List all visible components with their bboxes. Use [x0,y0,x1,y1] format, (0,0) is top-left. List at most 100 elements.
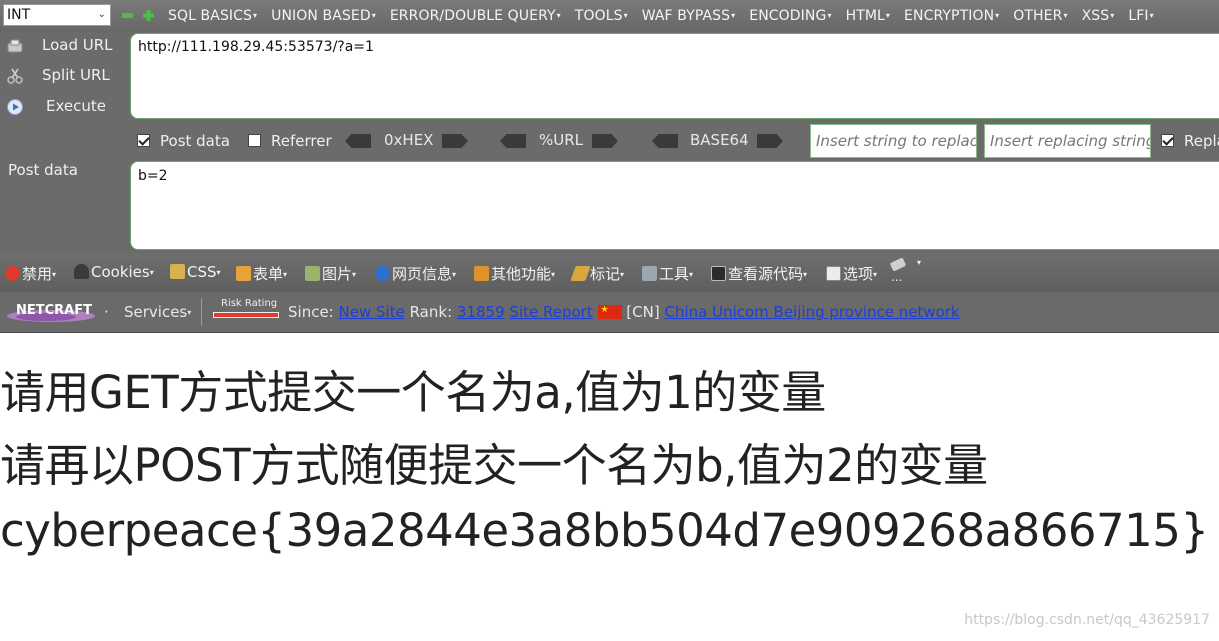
options-icon [826,266,841,281]
misc-icon [474,266,489,281]
netcraft-toolbar: NETCRAFT · Services▾ Risk Rating Since: … [0,292,1219,333]
post-data-checkbox[interactable] [137,134,150,147]
menu-html[interactable]: HTML▾ [846,0,890,32]
url-textarea[interactable]: http://111.198.29.45:53573/?a=1 [130,33,1219,119]
menu-error-double-query[interactable]: ERROR/DOUBLE QUERY▾ [390,0,561,32]
base64-encode-arrow-icon[interactable] [757,134,783,148]
risk-rating-bar [213,312,279,318]
wd-cookies-menu[interactable]: Cookies▾ [74,263,154,281]
view-source-icon [711,266,726,281]
page-text-line-1: 请用GET方式提交一个名为a,值为1的变量 [0,366,826,419]
type-select-value: INT [7,7,31,23]
hackbar-menu-bar: INT ⌄ SQL BASICS▾ UNION BASED▾ ERROR/DOU… [0,0,1219,32]
execute-button[interactable]: Execute [0,93,128,121]
wd-page-info-menu[interactable]: 网页信息▾ [375,263,456,284]
menu-waf-bypass[interactable]: WAF BYPASS▾ [642,0,736,32]
watermark: https://blog.csdn.net/qq_43625917 [964,612,1210,628]
referrer-checkbox[interactable] [248,134,261,147]
country-code: [CN] [626,303,660,321]
netcraft-services-label: Services [124,303,188,321]
base64-decode-arrow-icon[interactable] [652,134,678,148]
referrer-option-label: Referrer [271,132,332,150]
netcraft-info-line: Since: New Site Rank: 31859 Site Report … [288,303,960,321]
risk-rating-label: Risk Rating [221,298,278,309]
menu-other[interactable]: OTHER▾ [1013,0,1067,32]
wd-overflow-label: ... [891,270,903,284]
menu-encryption[interactable]: ENCRYPTION▾ [904,0,999,32]
disable-icon [5,266,20,281]
wd-options-menu[interactable]: 选项▾ [826,263,877,284]
replace-with-placeholder: Insert replacing string [990,132,1151,150]
hex-decode-arrow-icon[interactable] [345,134,371,148]
menu-union-based[interactable]: UNION BASED▾ [271,0,376,32]
menu-lfi[interactable]: LFI▾ [1128,0,1153,32]
menu-encoding[interactable]: ENCODING▾ [749,0,831,32]
replace-find-placeholder: Insert string to replace [816,132,977,150]
hackbar-menu: SQL BASICS▾ UNION BASED▾ ERROR/DOUBLE QU… [168,0,1168,32]
pencil-icon [570,266,591,281]
type-select[interactable]: INT ⌄ [3,4,111,26]
cookies-icon [74,264,89,279]
split-url-label: Split URL [42,66,110,84]
since-label: Since: [288,303,334,321]
url-encode-arrow-icon[interactable] [592,134,618,148]
flag-text: cyberpeace{39a2844e3a8bb504d7e909268a866… [0,504,1209,557]
play-icon [7,99,23,115]
wd-images-menu[interactable]: 图片▾ [305,263,356,284]
wd-tools-menu[interactable]: 工具▾ [642,263,693,284]
china-flag-icon: ★ [597,305,622,319]
load-url-icon [7,39,23,53]
wd-view-source-menu[interactable]: 查看源代码▾ [711,263,807,284]
wd-overflow-menu[interactable]: ▾ ... [889,256,921,284]
netcraft-divider [201,298,202,326]
risk-rating[interactable]: Risk Rating [213,298,280,322]
site-report-link[interactable]: Site Report [509,303,592,321]
forms-icon [236,266,251,281]
wd-css-menu[interactable]: CSS▾ [170,263,221,281]
post-data-value: b=2 [138,168,168,184]
post-data-option-label: Post data [160,132,230,150]
hackbar-panel: INT ⌄ SQL BASICS▾ UNION BASED▾ ERROR/DOU… [0,0,1219,254]
execute-label: Execute [46,97,106,115]
overflow-icon [889,257,907,272]
wd-disable-menu[interactable]: 禁用▾ [5,263,56,284]
increase-icon[interactable] [143,10,154,21]
css-icon [170,264,185,279]
replace-all-label: Replace All [1184,132,1219,150]
wrench-icon [642,266,657,281]
post-data-label: Post data [8,161,78,179]
url-decode-arrow-icon[interactable] [500,134,526,148]
wd-misc-menu[interactable]: 其他功能▾ [474,263,555,284]
wd-forms-menu[interactable]: 表单▾ [236,263,287,284]
url-encoding-label: %URL [539,131,584,149]
base64-label: BASE64 [690,131,749,149]
hex-label: 0xHEX [384,131,434,149]
network-link[interactable]: China Unicom Beijing province network [664,303,959,321]
netcraft-dot: · [104,303,109,321]
netcraft-services-menu[interactable]: Services▾ [124,303,191,321]
menu-xss[interactable]: XSS▾ [1082,0,1115,32]
scissors-icon [7,68,23,84]
chevron-down-icon: ⌄ [97,9,106,20]
decrease-icon[interactable] [122,10,133,21]
since-link[interactable]: New Site [339,303,405,321]
wd-outline-menu[interactable]: 标记▾ [570,263,624,284]
netcraft-logo-text: NETCRAFT [16,303,92,318]
rank-label: Rank: [409,303,453,321]
load-url-button[interactable]: Load URL [0,32,128,60]
menu-tools[interactable]: TOOLS▾ [575,0,628,32]
url-value: http://111.198.29.45:53573/?a=1 [138,39,374,55]
replace-with-input[interactable]: Insert replacing string [984,124,1151,158]
netcraft-logo[interactable]: NETCRAFT [6,301,96,323]
page-text-line-2: 请再以POST方式随便提交一个名为b,值为2的变量 [0,439,988,492]
web-developer-toolbar: 禁用▾ Cookies▾ CSS▾ 表单▾ 图片▾ 网页信息▾ 其他功能▾ 标记… [0,254,1219,292]
info-icon [375,266,390,281]
replace-all-checkbox[interactable] [1161,134,1174,147]
hex-encode-arrow-icon[interactable] [442,134,468,148]
post-data-textarea[interactable]: b=2 [130,161,1219,250]
replace-find-input[interactable]: Insert string to replace [810,124,977,158]
split-url-button[interactable]: Split URL [0,62,128,90]
rank-link[interactable]: 31859 [457,303,505,321]
menu-sql-basics[interactable]: SQL BASICS▾ [168,0,257,32]
load-url-label: Load URL [42,36,113,54]
